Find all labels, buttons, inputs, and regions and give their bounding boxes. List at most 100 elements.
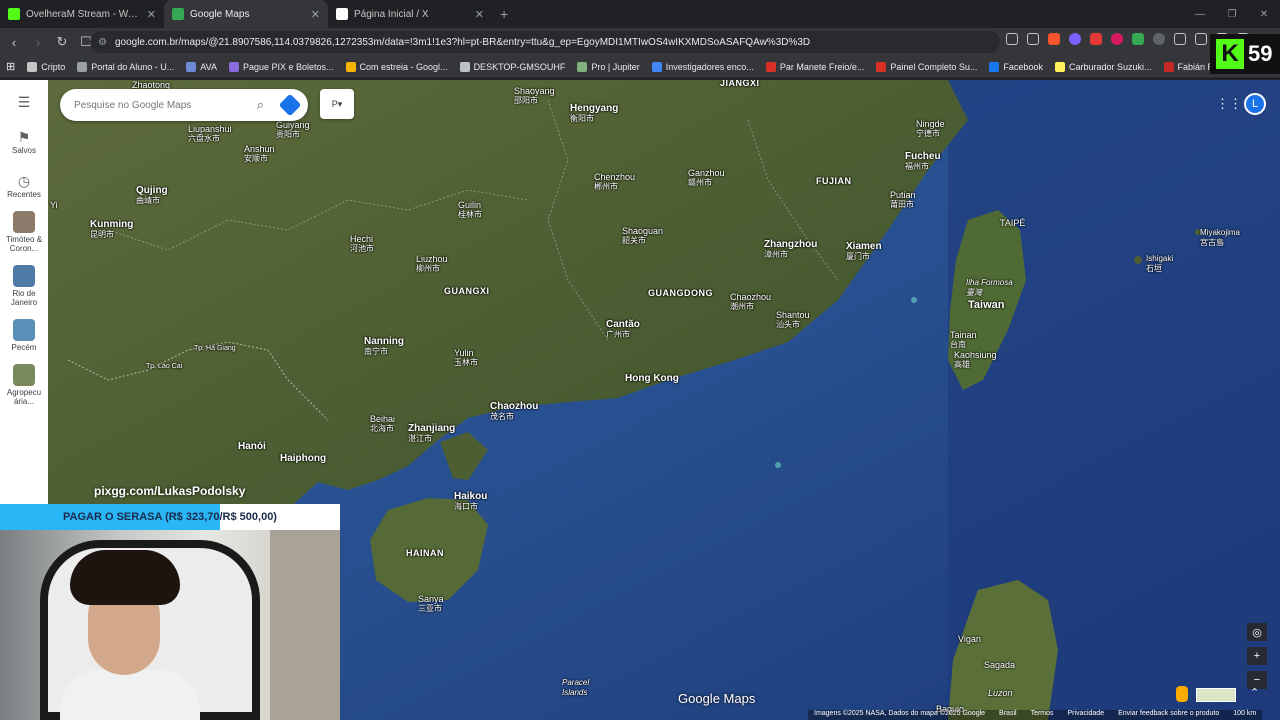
close-window-icon[interactable]: ✕ [1248, 0, 1280, 28]
reload-icon[interactable]: ↻ [52, 32, 72, 52]
avatar[interactable]: L [1244, 93, 1266, 115]
bookmark-item[interactable]: DESKTOP-GMSOUHF [454, 61, 572, 72]
address-bar[interactable]: ⚙ google.com.br/maps/@21.8907586,114.037… [90, 31, 1000, 53]
map-label-miyakojima[interactable]: Miyakojima 宮古島 [1200, 228, 1240, 248]
forward-icon[interactable]: › [28, 32, 48, 52]
recent-place-item[interactable]: Agropecu ária... [0, 364, 48, 406]
tab-0[interactable]: OvelheraM Stream - Watch Live on K ✕ [0, 0, 164, 28]
map-label-xiamen[interactable]: Xiamen 厦门市 [846, 242, 882, 262]
map-label-hengyang[interactable]: Hengyang 衡阳市 [570, 104, 618, 124]
brave-shield-icon[interactable] [1048, 33, 1060, 45]
map-label-haiphong[interactable]: Haiphong [280, 454, 326, 464]
back-icon[interactable]: ‹ [4, 32, 24, 52]
map-label-zhanjiang[interactable]: Zhanjiang 湛江市 [408, 424, 455, 444]
extensions-puzzle-icon[interactable] [1174, 33, 1186, 45]
menu-button[interactable]: ☰ [0, 94, 48, 111]
bookmark-item[interactable]: Cripto [21, 61, 71, 72]
map-label-ilha-formosa[interactable]: Ilha Formosa 臺灣 [966, 278, 1013, 298]
map-label-fujian[interactable]: FUJIAN [816, 176, 852, 186]
map-label-beihai[interactable]: Beihai 北海市 [370, 414, 395, 434]
site-info-icon[interactable]: ⚙ [98, 37, 107, 48]
minimize-icon[interactable]: — [1184, 0, 1216, 28]
map-label-sanya[interactable]: Sanya 三亚市 [418, 594, 444, 614]
directions-icon[interactable] [278, 93, 302, 117]
map-label-shaoguan[interactable]: Shaoguan 韶关市 [622, 226, 663, 246]
bookmark-item[interactable]: Pro | Jupiter [571, 61, 645, 72]
map-label-nanning[interactable]: Nanning 南宁市 [364, 337, 404, 357]
pegman-icon[interactable] [1176, 686, 1188, 702]
google-apps-icon[interactable]: ⋮⋮ [1216, 96, 1242, 112]
map-label-liupanshui[interactable]: Liupanshui 六盘水市 [188, 124, 232, 144]
map-label-anshun[interactable]: Anshun 安顺市 [244, 144, 275, 164]
new-tab-button[interactable]: + [500, 0, 508, 28]
map-label-chenzhou[interactable]: Chenzhou 郴州市 [594, 172, 635, 192]
my-location-icon[interactable]: ◎ [1247, 623, 1267, 641]
bookmark-item[interactable]: Portal do Aluno - U... [71, 61, 180, 72]
map-label-yulin[interactable]: Yulin 玉林市 [454, 348, 478, 368]
extension-purple-icon[interactable] [1069, 33, 1081, 45]
extension-gray-icon[interactable] [1153, 33, 1165, 45]
map-label-cantao[interactable]: Cantão 广州市 [606, 320, 640, 340]
map-label-taiwan[interactable]: Taiwan [968, 300, 1004, 311]
bookmark-item[interactable]: AVA [180, 61, 223, 72]
search-input[interactable] [74, 99, 234, 111]
bookmark-item[interactable]: Painel Completo Su... [870, 61, 983, 72]
extension-red-icon[interactable] [1090, 33, 1102, 45]
map-label-shantou[interactable]: Shantou 汕头市 [776, 310, 810, 330]
map-label-yi[interactable]: Yi [50, 200, 58, 210]
bookmark-item[interactable]: Facebook [983, 61, 1049, 72]
map-label-chaozhou-maoming[interactable]: Chaozhou 茂名市 [490, 402, 538, 422]
map-label-kunming[interactable]: Kunming 昆明市 [90, 220, 133, 240]
map-label-zhangzhou[interactable]: Zhangzhou 漳州市 [764, 240, 817, 260]
extension-play-icon[interactable] [1132, 33, 1144, 45]
search-icon[interactable]: ⌕ [257, 97, 264, 113]
footer-item[interactable]: Brasil [999, 710, 1017, 720]
bookmark-item[interactable]: Par Manete Freio/e... [760, 61, 871, 72]
map-label-qujing[interactable]: Qujing 曲靖市 [136, 186, 168, 206]
expand-icon[interactable]: ⌃ [1250, 686, 1259, 699]
map-label-fucheu[interactable]: Fucheu 福州市 [905, 152, 941, 172]
map-label-tainan[interactable]: Tainan 台南 [950, 330, 977, 350]
close-tab-icon[interactable]: ✕ [311, 8, 320, 21]
map-label-ganzhou[interactable]: Ganzhou 赣州市 [688, 168, 725, 188]
map-label-hanoi[interactable]: Hanói [238, 442, 266, 452]
map-label-luzon[interactable]: Luzon [988, 688, 1013, 698]
map-label-ishigaki[interactable]: Ishigaki 石垣 [1146, 254, 1173, 274]
zoom-in-button[interactable]: + [1247, 647, 1267, 665]
bookmark-item[interactable]: Investigadores enco... [646, 61, 760, 72]
recent-button[interactable]: ◷ Recentes [0, 173, 48, 199]
map-label-chaozhou[interactable]: Chaozhou 潮州市 [730, 292, 771, 312]
map-label-hainan[interactable]: HAINAN [406, 548, 444, 558]
bookmark-item[interactable]: Pague PIX e Boletos... [223, 61, 340, 72]
download-icon[interactable] [1195, 33, 1207, 45]
map-label-shaoyang[interactable]: Shaoyang 邵阳市 [514, 86, 555, 106]
map-label-guangxi[interactable]: GUANGXI [444, 286, 490, 296]
map-label-haikou[interactable]: Haikou 海口市 [454, 492, 487, 512]
share-icon[interactable] [1027, 33, 1039, 45]
recent-place-item[interactable]: Rio de Janeiro [0, 265, 48, 307]
map-label-liuzhou[interactable]: Liuzhou 柳州市 [416, 254, 448, 274]
tab-1[interactable]: Google Maps ✕ [164, 0, 328, 28]
recent-place-item[interactable]: Timóteo & Coron... [0, 211, 48, 253]
layers-thumbnails[interactable] [1196, 688, 1236, 702]
footer-item[interactable]: Enviar feedback sobre o produto [1118, 710, 1219, 720]
search-box[interactable]: ⌕ [60, 89, 308, 121]
map-label-paracel[interactable]: Paracel Islands [562, 678, 602, 698]
bookmark-item[interactable]: Carburador Suzuki... [1049, 61, 1158, 72]
saved-button[interactable]: ⚑ Salvos [0, 129, 48, 155]
map-label-hongkong[interactable]: Hong Kong [625, 374, 679, 384]
extension-record-icon[interactable] [1111, 33, 1123, 45]
close-tab-icon[interactable]: ✕ [147, 8, 156, 21]
map-label-jiangxi[interactable]: JIANGXI [720, 80, 760, 88]
map-label-tp-lao-cai[interactable]: Tp. Lào Cai [146, 362, 182, 372]
tab-2[interactable]: Página Inicial / X ✕ [328, 0, 492, 28]
map-label-taipe[interactable]: TAIPÉ [1000, 218, 1025, 228]
layer-filter-button[interactable]: P▾ [320, 89, 354, 119]
map-label-putian[interactable]: Putian 莆田市 [890, 190, 916, 210]
map-label-kaohsiung[interactable]: Kaohsiung 高雄 [954, 350, 997, 370]
cast-icon[interactable] [1006, 33, 1018, 45]
map-label-sagada[interactable]: Sagada [984, 660, 1015, 670]
map-label-guiyang[interactable]: Guiyang 贵阳市 [276, 120, 310, 140]
footer-item[interactable]: Termos [1031, 710, 1054, 720]
restore-icon[interactable]: ❐ [1216, 0, 1248, 28]
